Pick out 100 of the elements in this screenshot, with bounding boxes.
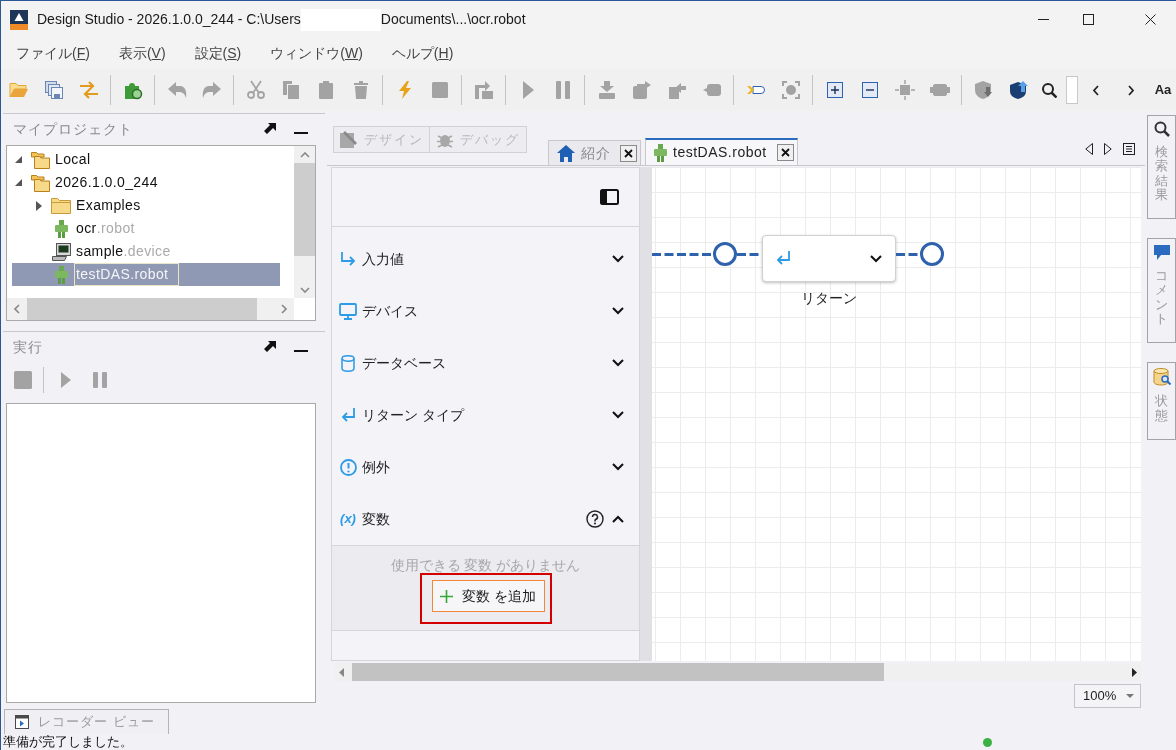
font-button[interactable]: Aa — [1148, 72, 1176, 108]
scrollbar[interactable] — [7, 298, 294, 320]
section-label[interactable]: 変数 — [362, 508, 390, 530]
list-icon[interactable] — [1123, 143, 1135, 155]
speech-bubble-icon — [1152, 244, 1171, 262]
tree-item[interactable]: 2026.1.0.0_244 — [12, 171, 280, 194]
shield-arrow-icon — [1008, 80, 1029, 100]
folder-icon — [8, 80, 29, 100]
search-field[interactable] — [1066, 76, 1078, 104]
tree-item[interactable]: Examples — [12, 194, 280, 217]
pencil-page-icon — [339, 131, 357, 148]
port-ring-icon[interactable] — [920, 242, 944, 266]
triangle-left-icon[interactable] — [1085, 143, 1093, 155]
focus-frame-icon — [780, 80, 801, 100]
pause-bars-icon — [93, 372, 107, 388]
chevron-down-icon[interactable] — [612, 359, 624, 367]
copy-pages-icon — [280, 80, 301, 100]
folders-icon — [30, 150, 50, 169]
scrollbar[interactable] — [335, 663, 1141, 681]
collapsed-triangle-icon[interactable] — [36, 200, 42, 211]
add-variable-button[interactable]: 変数 を追加 — [431, 580, 545, 612]
tree-item[interactable]: ocr.robot — [12, 217, 280, 240]
triangle-right-icon[interactable] — [1104, 143, 1112, 155]
database-icon — [341, 354, 355, 372]
folders-icon — [30, 173, 50, 192]
plus-icon — [440, 589, 454, 603]
stop-square-icon — [429, 80, 450, 100]
minus-square-icon — [859, 80, 880, 100]
tree-item[interactable]: sample.device — [12, 240, 280, 263]
panel-title: マイプロジェクト — [13, 119, 134, 139]
port-ring-icon[interactable] — [713, 242, 737, 266]
robot-figure-icon — [654, 143, 667, 162]
triangle-right-icon[interactable] — [1132, 667, 1137, 677]
chevron-left-icon — [1092, 84, 1099, 96]
app-logo-icon — [10, 9, 28, 30]
chevron-down-icon[interactable] — [612, 307, 624, 315]
scrollbar-thumb[interactable] — [27, 298, 257, 320]
menu-item[interactable]: 表示(V) — [118, 43, 166, 64]
monitor-icon — [339, 302, 357, 320]
stop-square-icon — [14, 371, 32, 389]
expanded-triangle-icon[interactable] — [14, 156, 22, 163]
maximize-icon — [1083, 14, 1094, 25]
expanded-triangle-icon[interactable] — [14, 179, 22, 186]
variable-symbol: (x) — [340, 510, 356, 529]
redo-arrow-icon — [201, 80, 222, 100]
diagonal-arrow-icon[interactable] — [264, 123, 276, 135]
window-play-icon — [15, 715, 29, 729]
arrow-down-right-icon — [340, 251, 356, 267]
scrollbar-thumb[interactable] — [352, 663, 884, 681]
close-icon — [780, 148, 790, 157]
menu-item[interactable]: ファイル(F) — [16, 43, 90, 64]
block-down-arrow-icon — [596, 80, 617, 100]
close-tab-button[interactable] — [620, 144, 637, 162]
block-arrow-icon — [631, 80, 652, 100]
menu-item[interactable]: ヘルプ(H) — [391, 43, 454, 64]
robot-figure-icon — [54, 219, 68, 238]
help-icon[interactable] — [586, 510, 604, 528]
computer-icon — [51, 242, 71, 261]
panel-title: 実行 — [13, 337, 44, 357]
caret-down-icon[interactable] — [1126, 694, 1134, 698]
floppy-disks-icon — [43, 80, 64, 100]
diagonal-arrow-icon[interactable] — [264, 341, 276, 353]
exclamation-circle-icon — [339, 458, 357, 476]
swap-arrows-icon — [78, 80, 99, 100]
window-title: Design Studio - 2026.1.0.0_244 - C:\Users — [37, 10, 301, 29]
section-label[interactable]: データベース — [362, 352, 446, 374]
status-message: 準備が完了しました。 — [2, 734, 133, 750]
plus-square-icon — [824, 80, 845, 100]
search-icon — [1153, 121, 1170, 137]
database-search-icon — [1152, 368, 1171, 387]
return-arrow-icon — [340, 407, 356, 423]
chevron-down-icon[interactable] — [612, 463, 624, 471]
chevron-right-icon[interactable] — [281, 304, 287, 314]
close-icon — [624, 148, 633, 158]
home-icon — [557, 144, 575, 162]
scrollbar[interactable] — [294, 146, 315, 298]
chevron-left-icon[interactable] — [14, 304, 20, 314]
scrollbar-thumb[interactable] — [294, 163, 315, 256]
section-label[interactable]: 例外 — [362, 456, 390, 478]
section-label[interactable]: デバイス — [362, 300, 418, 322]
chevron-down-icon[interactable] — [612, 255, 624, 263]
tree-item[interactable]: Local — [12, 148, 280, 171]
folder-icon — [51, 197, 71, 214]
window-title: Documents\...\ocr.robot — [380, 10, 526, 29]
chevron-up-icon[interactable] — [612, 515, 624, 523]
chevron-down-icon[interactable] — [870, 254, 882, 263]
return-arrow-icon — [775, 251, 791, 266]
menu-item[interactable]: ウィンドウ(W) — [270, 43, 363, 64]
page-out-arrow-icon — [666, 80, 687, 100]
menu-item[interactable]: 設定(S) — [194, 43, 242, 64]
editor-tab[interactable]: testDAS.robot — [645, 138, 798, 165]
panel-toggle-icon[interactable] — [600, 189, 619, 205]
close-icon — [1145, 14, 1156, 25]
section-label[interactable]: 入力値 — [362, 248, 404, 270]
flow-node[interactable] — [762, 235, 896, 282]
close-tab-button[interactable] — [776, 144, 794, 161]
chevron-down-icon[interactable] — [612, 411, 624, 419]
section-label[interactable]: リターン タイプ — [362, 404, 464, 426]
zoom-dropdown[interactable]: 100% — [1074, 684, 1141, 708]
undo-arrow-icon — [166, 80, 187, 100]
